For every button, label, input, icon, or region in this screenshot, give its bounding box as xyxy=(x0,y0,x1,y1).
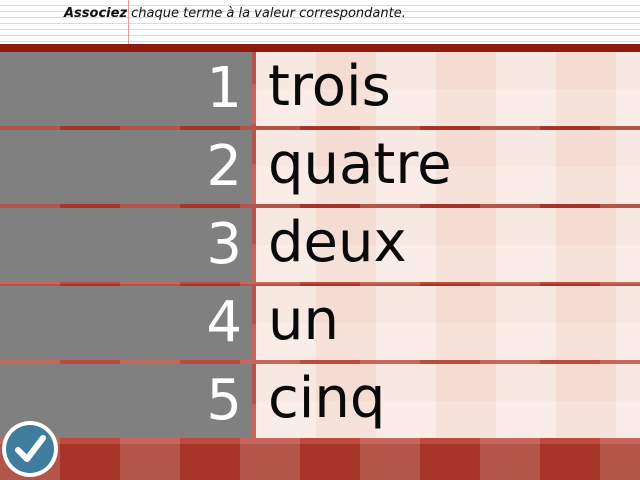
matching-board: 1 trois 2 quatre 3 deux 4 un 5 cinq xyxy=(0,44,640,480)
number-cell[interactable]: 1 xyxy=(0,52,252,126)
match-row: 3 deux xyxy=(0,208,640,282)
checkmark-icon xyxy=(15,435,46,462)
term-cell[interactable]: deux xyxy=(256,208,640,282)
number-cell[interactable]: 2 xyxy=(0,130,252,204)
match-row: 5 cinq xyxy=(0,364,640,438)
instruction-text: Associez chaque terme à la valeur corres… xyxy=(64,6,406,21)
match-row: 1 trois xyxy=(0,52,640,126)
number-label: 1 xyxy=(206,56,242,121)
term-cell[interactable]: trois xyxy=(256,52,640,126)
match-row: 4 un xyxy=(0,286,640,360)
term-label: un xyxy=(268,288,339,353)
instruction-verb: Associez xyxy=(64,6,128,21)
term-cell[interactable]: un xyxy=(256,286,640,360)
term-label: trois xyxy=(268,54,391,119)
match-row: 2 quatre xyxy=(0,130,640,204)
board-top-band xyxy=(0,44,640,52)
instruction-header: Associez chaque terme à la valeur corres… xyxy=(0,0,640,44)
number-label: 2 xyxy=(206,134,242,199)
term-label: quatre xyxy=(268,132,452,197)
number-label: 5 xyxy=(206,368,242,433)
validate-button[interactable] xyxy=(2,421,58,477)
number-label: 3 xyxy=(206,212,242,277)
term-cell[interactable]: quatre xyxy=(256,130,640,204)
number-cell[interactable]: 3 xyxy=(0,208,252,282)
number-cell[interactable]: 4 xyxy=(0,286,252,360)
instruction-rest: chaque terme à la valeur correspondante. xyxy=(127,6,406,21)
term-cell[interactable]: cinq xyxy=(256,364,640,438)
term-label: deux xyxy=(268,210,407,275)
term-label: cinq xyxy=(268,366,386,431)
number-label: 4 xyxy=(206,290,242,355)
